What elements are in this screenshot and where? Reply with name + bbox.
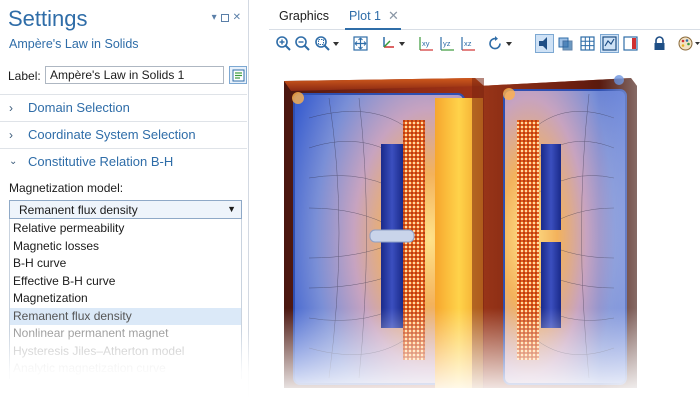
view-yz-icon[interactable]: yz: [439, 35, 456, 52]
document-edit-icon: [232, 69, 245, 82]
pin-down-icon[interactable]: ▾: [212, 13, 217, 23]
zoom-box-icon[interactable]: [314, 35, 331, 52]
palette-icon[interactable]: [677, 35, 694, 52]
transparency-icon[interactable]: [557, 35, 574, 52]
tab-graphics[interactable]: Graphics: [279, 9, 329, 23]
list-item[interactable]: Magnetic losses: [10, 238, 241, 256]
chevron-down-icon: ⌄: [9, 156, 18, 167]
tab-plot-1[interactable]: Plot 1: [349, 9, 381, 23]
view-xy-icon[interactable]: xy: [418, 35, 435, 52]
close-panel-icon[interactable]: ✕: [233, 13, 241, 23]
palette-dropdown-icon[interactable]: [695, 35, 700, 52]
section-label: Domain Selection: [28, 100, 130, 115]
select-value: Remanent flux density: [19, 203, 138, 217]
field-plot: [269, 58, 700, 400]
grid-icon[interactable]: [579, 35, 596, 52]
zoom-out-icon[interactable]: [294, 35, 311, 52]
list-item[interactable]: B-H curve: [10, 255, 241, 273]
magnet-upper-left: [381, 144, 403, 230]
settings-subtitle: Ampère's Law in Solids: [9, 37, 139, 51]
view-xy-label: xy: [422, 39, 430, 48]
axis-orientation-icon[interactable]: [380, 35, 397, 52]
zoom-in-icon[interactable]: [275, 35, 292, 52]
plunger-left: [369, 229, 415, 243]
magnetization-model-list: Relative permeability Magnetic losses B-…: [9, 219, 242, 379]
settings-panel: Settings Ampère's Law in Solids ▾ ✕ Labe…: [0, 0, 260, 400]
scene-light-icon[interactable]: [535, 34, 554, 53]
zoom-extents-icon[interactable]: [352, 35, 369, 52]
tab-bar: Graphics Plot 1 ✕: [269, 0, 700, 30]
chevron-right-icon: ›: [9, 128, 13, 142]
close-tab-icon[interactable]: ✕: [388, 8, 399, 24]
wireframe-icon[interactable]: [600, 34, 619, 53]
graphics-toolbar: xy yz xz: [269, 31, 700, 57]
list-item[interactable]: Magnetization: [10, 290, 241, 308]
hotspot: [292, 92, 304, 104]
magnetization-model-select[interactable]: Remanent flux density ▼: [9, 200, 242, 219]
render-icon[interactable]: [622, 35, 639, 52]
rotate-dropdown-icon[interactable]: [505, 35, 513, 52]
label-caption: Label:: [8, 69, 41, 83]
label-edit-button[interactable]: [229, 66, 247, 84]
list-item[interactable]: Nonlinear permanent magnet: [10, 325, 241, 343]
lock-icon[interactable]: [651, 35, 668, 52]
viewport-fade-right: [599, 58, 700, 400]
section-label: Constitutive Relation B-H: [28, 154, 174, 169]
list-item[interactable]: Analytic magnetization curve: [10, 360, 241, 378]
section-label: Coordinate System Selection: [28, 127, 196, 142]
view-xz-icon[interactable]: xz: [460, 35, 477, 52]
rotate-icon[interactable]: [487, 35, 504, 52]
settings-title: Settings: [8, 6, 88, 31]
zoom-dropdown-icon[interactable]: [332, 35, 340, 52]
magnet-upper-right: [541, 144, 561, 230]
axis-dropdown-icon[interactable]: [398, 35, 406, 52]
list-item[interactable]: Hysteresis Jiles–Atherton model: [10, 343, 241, 361]
list-item[interactable]: Relative permeability: [10, 220, 241, 238]
hotspot: [503, 88, 515, 100]
dropdown-arrow-icon: ▼: [227, 204, 236, 214]
active-tab-indicator: [345, 28, 401, 30]
settings-header: Settings Ampère's Law in Solids ▾ ✕: [0, 0, 249, 58]
label-row: Label:: [8, 66, 247, 86]
view-xz-label: xz: [464, 39, 472, 48]
graphics-panel: Graphics Plot 1 ✕ xy yz xz: [269, 0, 700, 400]
list-item-selected[interactable]: Remanent flux density: [10, 307, 241, 325]
chevron-right-icon: ›: [9, 101, 13, 115]
panel-window-controls: ▾ ✕: [212, 13, 241, 23]
section-coordinate-system[interactable]: › Coordinate System Selection: [0, 121, 247, 148]
graphics-viewport[interactable]: [269, 58, 700, 400]
magnetization-model-caption: Magnetization model:: [9, 181, 124, 195]
section-domain-selection[interactable]: › Domain Selection: [0, 94, 247, 121]
list-item[interactable]: Effective B-H curve: [10, 273, 241, 291]
label-field[interactable]: [45, 66, 224, 84]
view-yz-label: yz: [443, 39, 451, 48]
section-constitutive-relation[interactable]: ⌄ Constitutive Relation B-H: [0, 148, 247, 175]
maximize-icon[interactable]: [220, 14, 229, 22]
